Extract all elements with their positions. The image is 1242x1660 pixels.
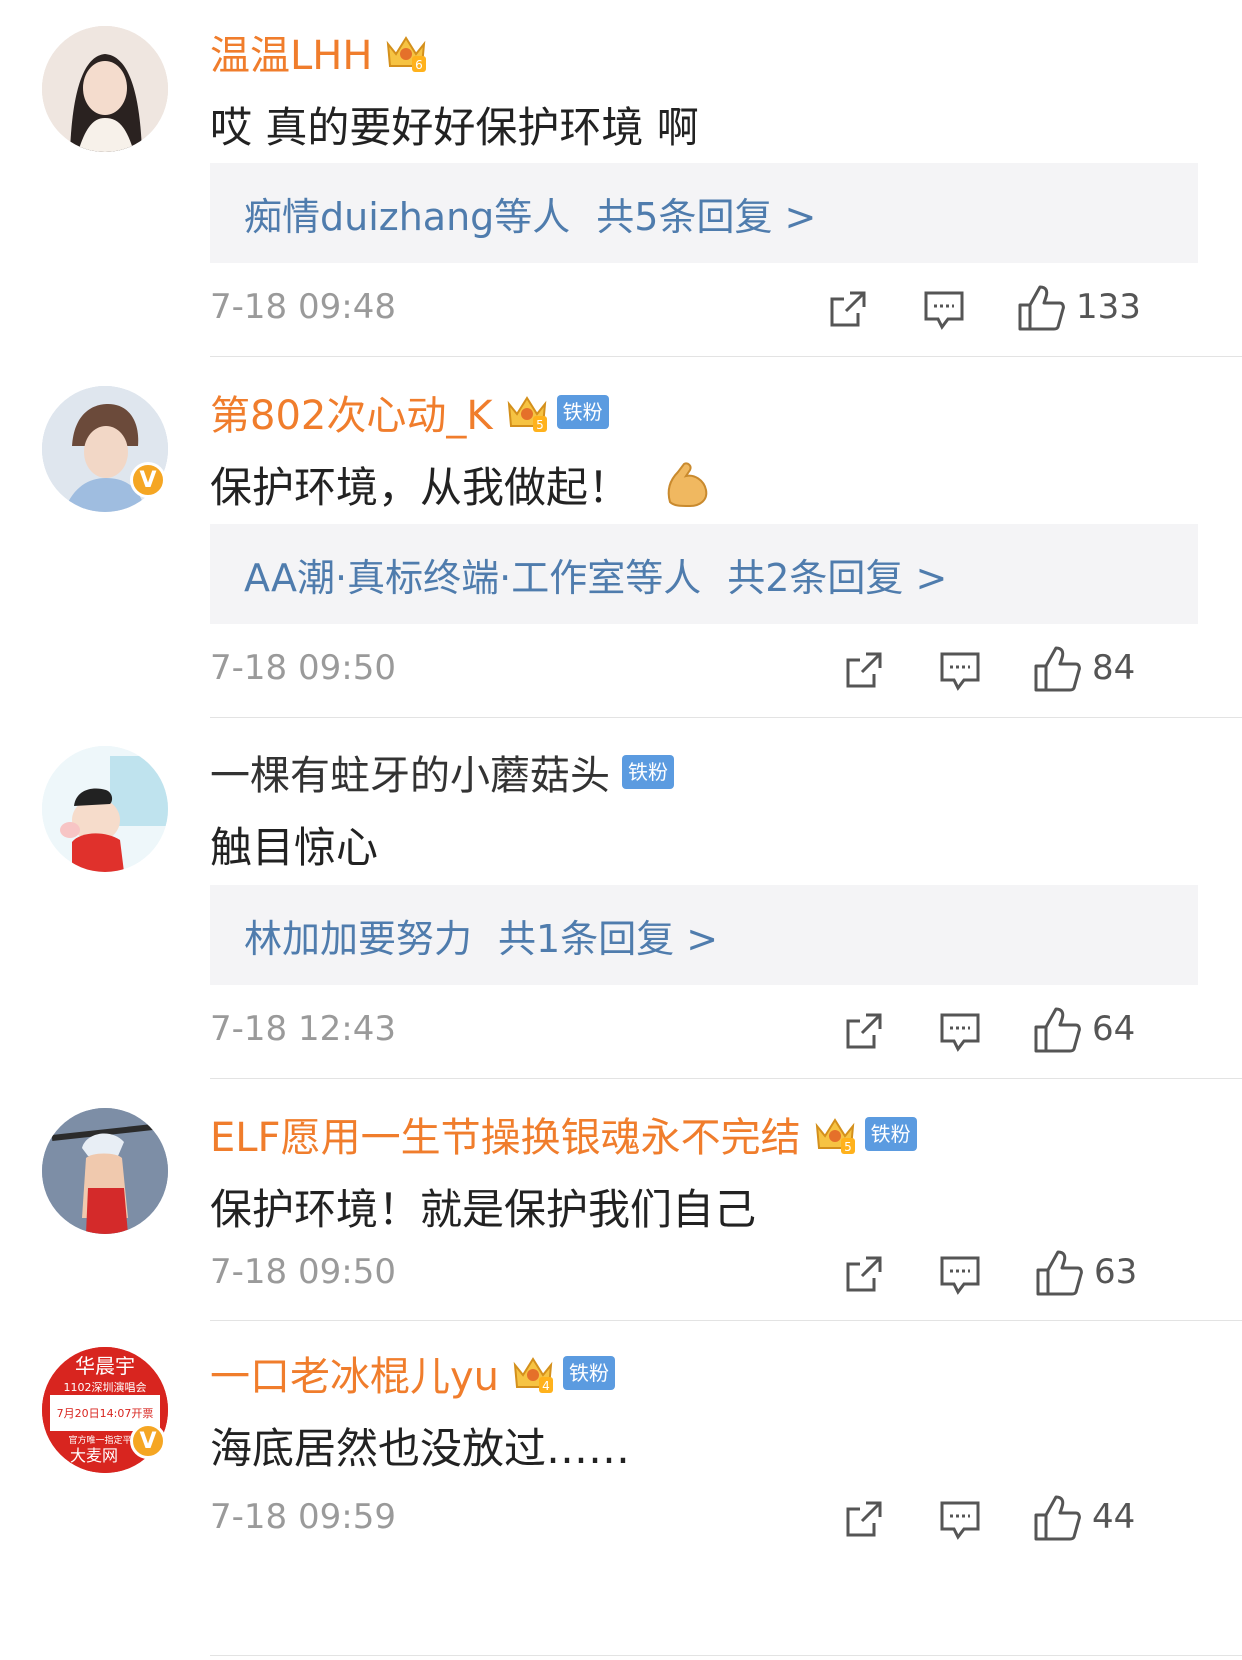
comment-item: 温温LHH 6 哎 真的要好好保护环境 啊 痴情duizhang等人 共5条回复… [0,0,1242,360]
comment-text: 海底居然也没放过…… [210,1415,630,1476]
crown-icon: 6 [387,36,427,72]
avatar[interactable] [42,1108,168,1234]
comment-text: 保护环境！就是保护我们自己 [210,1176,756,1237]
timestamp: 7-18 09:50 [210,1252,396,1292]
like-count: 44 [1092,1497,1136,1537]
like-icon[interactable] [1032,644,1082,694]
divider [210,1655,1242,1656]
share-icon[interactable] [840,1007,888,1055]
reply-count: 共1条回复 > [498,916,719,961]
comment-body: 触目惊心 [210,823,379,872]
comment-body: 哎 真的要好好保护环境 啊 [210,103,699,152]
reply-summary[interactable]: 痴情duizhang等人 共5条回复 > [210,163,1198,263]
username-row: ELF愿用一生节操换银魂永不完结 5 铁粉 [210,1106,917,1162]
comment-icon[interactable] [936,1007,984,1055]
comment-item: 华晨宇 1102深圳演唱会 7月20日14:07开票 官方唯一指定平 大麦网 V… [0,1321,1242,1660]
timestamp: 7-18 09:59 [210,1497,396,1537]
comment-meta: 7-18 09:50 84 [210,642,1198,698]
crown-level: 5 [536,418,544,432]
reply-summary[interactable]: 林加加要努力 共1条回复 > [210,885,1198,985]
divider [210,356,1242,357]
comment-meta: 7-18 09:48 133 [210,281,1198,337]
like-count: 63 [1094,1252,1138,1292]
comment-icon[interactable] [936,1250,984,1298]
fan-badge: 铁粉 [563,1356,616,1390]
username[interactable]: 第802次心动_K [210,383,493,441]
avatar-text: 大麦网 [70,1446,118,1465]
crown-level: 4 [542,1379,550,1393]
comment-body: 海底居然也没放过…… [210,1424,631,1473]
avatar-text: 1102深圳演唱会 [64,1380,147,1394]
reply-users: 痴情duizhang等人 [244,194,571,239]
comment-text: 保护环境，从我做起！ [210,454,714,515]
avatar-text: 7月20日14:07开票 [57,1407,154,1420]
comment-meta: 7-18 12:43 64 [210,1003,1198,1059]
fan-badge: 铁粉 [864,1117,917,1151]
like-icon[interactable] [1034,1248,1084,1298]
divider [210,1078,1242,1079]
username[interactable]: ELF愿用一生节操换银魂永不完结 [210,1105,801,1163]
comment-text: 触目惊心 [210,814,378,875]
avatar[interactable] [42,746,168,872]
verified-badge: V [130,462,166,498]
username[interactable]: 一口老冰棍儿yu [210,1344,499,1402]
reply-users: 林加加要努力 [244,916,473,961]
reply-count: 共5条回复 > [596,194,817,239]
avatar-text: 华晨宇 [75,1354,135,1378]
crown-icon: 5 [815,1118,855,1154]
flexed-biceps-icon [667,462,708,507]
comment-meta: 7-18 09:50 63 [210,1246,1198,1302]
comment-text: 哎 真的要好好保护环境 啊 [210,94,699,155]
crown-icon: 4 [513,1357,554,1393]
username-row: 第802次心动_K 5 铁粉 [210,384,609,440]
crown-icon: 5 [507,396,547,432]
crown-level: 6 [416,58,424,72]
share-icon[interactable] [824,285,872,333]
reply-summary[interactable]: AA潮·真标终端·工作室等人 共2条回复 > [210,524,1198,624]
divider [210,717,1242,718]
fan-badge: 铁粉 [622,755,674,789]
comment-meta: 7-18 09:59 44 [210,1491,1198,1547]
timestamp: 7-18 12:43 [210,1009,396,1049]
timestamp: 7-18 09:50 [210,648,396,688]
crown-level: 5 [844,1140,852,1154]
username[interactable]: 一棵有蛀牙的小蘑菇头 [210,743,610,801]
username[interactable]: 温温LHH [210,23,372,81]
verified-badge: V [130,1423,166,1459]
share-icon[interactable] [840,646,888,694]
timestamp: 7-18 09:48 [210,287,396,327]
username-row: 一棵有蛀牙的小蘑菇头 铁粉 [210,744,674,800]
reply-users: AA潮·真标终端·工作室等人 [244,555,702,600]
like-count: 84 [1092,648,1136,688]
fan-badge: 铁粉 [556,395,609,429]
like-icon[interactable] [1032,1493,1082,1543]
share-icon[interactable] [840,1495,888,1543]
comment-icon[interactable] [920,285,968,333]
comment-body: 保护环境！就是保护我们自己 [210,1185,757,1234]
share-icon[interactable] [840,1250,888,1298]
like-count: 133 [1076,287,1141,327]
like-count: 64 [1092,1009,1136,1049]
username-row: 一口老冰棍儿yu 4 铁粉 [210,1344,616,1402]
like-icon[interactable] [1032,1005,1082,1055]
avatar[interactable] [42,26,168,152]
comment-item: V 第802次心动_K 5 铁粉 保护环境，从我做起！ AA潮·真标终端·工作室… [0,360,1242,720]
avatar-text: 官方唯一指定平 [68,1434,131,1446]
like-icon[interactable] [1016,283,1066,333]
comment-icon[interactable] [936,646,984,694]
comment-icon[interactable] [936,1495,984,1543]
username-row: 温温LHH 6 [210,24,428,80]
comment-item: 一棵有蛀牙的小蘑菇头 铁粉 触目惊心 林加加要努力 共1条回复 > 7-18 1… [0,720,1242,1082]
reply-count: 共2条回复 > [727,555,948,600]
comment-body: 保护环境，从我做起！ [210,463,631,512]
